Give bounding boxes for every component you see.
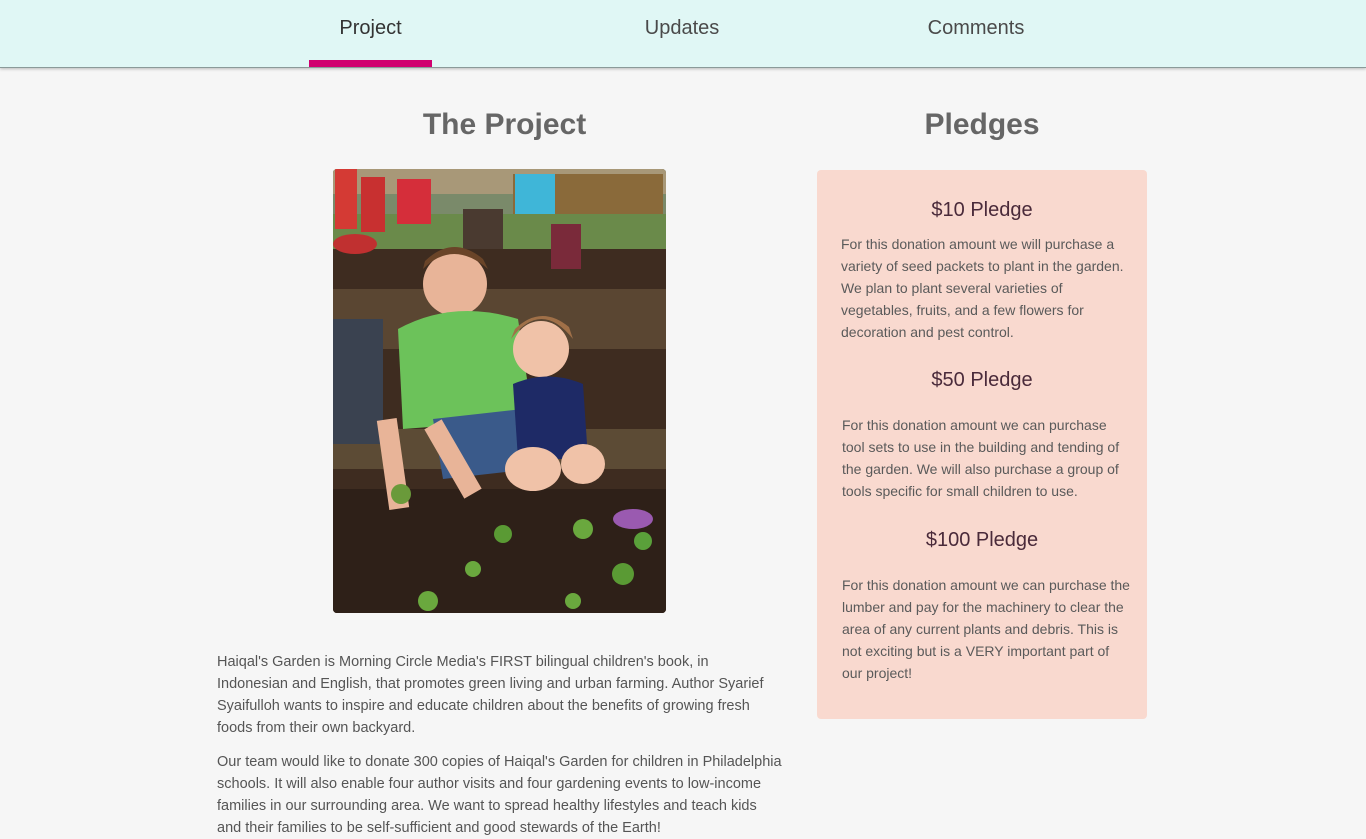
tab-comments-label: Comments <box>927 17 1025 39</box>
tab-project-label: Project <box>339 17 402 39</box>
pledge-10-title[interactable]: $10 Pledge <box>817 199 1147 222</box>
project-photo <box>333 169 666 613</box>
project-description-paragraph: Our team would like to donate 300 copies… <box>217 754 782 836</box>
pledge-100-description: For this donation amount we can purchase… <box>842 577 1130 681</box>
pledge-50-description: For this donation amount we can purchase… <box>842 417 1120 499</box>
pledges-section-title: Pledges <box>924 108 1040 141</box>
tab-project[interactable]: Project <box>309 0 432 67</box>
active-tab-indicator <box>309 60 432 67</box>
project-description-paragraph: Haiqal's Garden is Morning Circle Media'… <box>217 654 764 736</box>
top-nav: Project Updates Comments <box>0 0 1366 68</box>
pledges-box: $10 Pledge For this donation amount we w… <box>817 170 1147 719</box>
garden-photo-illustration <box>333 169 666 613</box>
pledge-100-title[interactable]: $100 Pledge <box>817 529 1147 552</box>
tab-updates[interactable]: Updates <box>627 0 737 67</box>
project-section-title: The Project <box>422 108 587 141</box>
pledge-10-description: For this donation amount we will purchas… <box>841 236 1124 340</box>
tab-comments[interactable]: Comments <box>912 0 1040 67</box>
tab-updates-label: Updates <box>644 17 720 39</box>
pledge-50-title[interactable]: $50 Pledge <box>817 369 1147 392</box>
